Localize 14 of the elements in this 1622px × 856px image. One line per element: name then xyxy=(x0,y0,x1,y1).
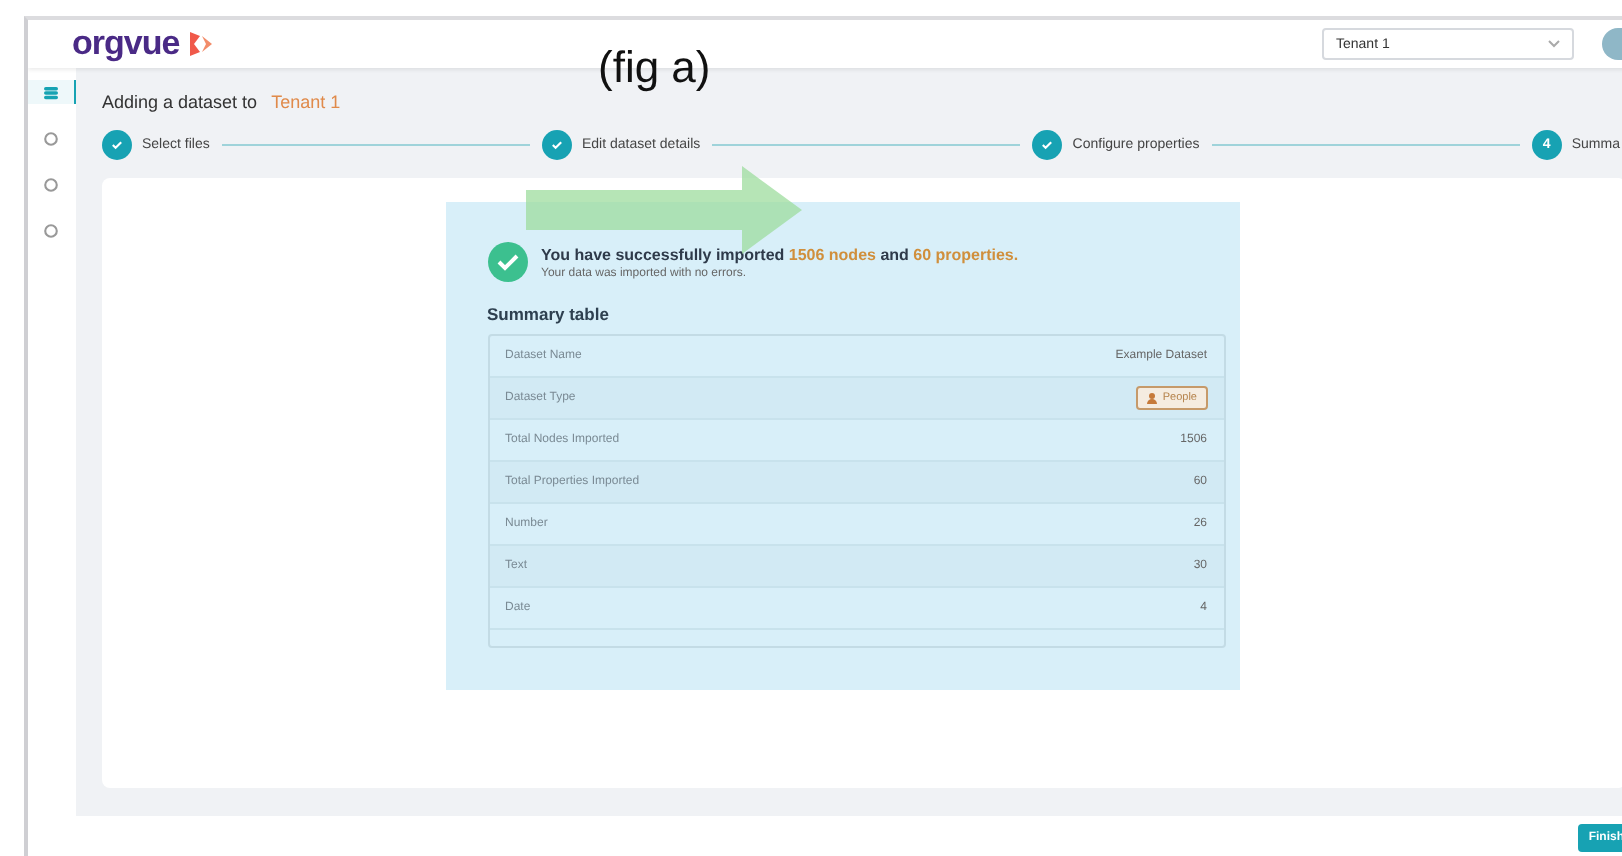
sidebar-item[interactable] xyxy=(28,80,78,104)
success-message: You have successfully imported 1506 nodes and 60 properties. xyxy=(541,245,1019,263)
logo-text: orgvue xyxy=(72,24,180,64)
page-title: Adding a dataset to xyxy=(102,92,258,112)
logo-icon xyxy=(185,30,214,58)
chevron-icon xyxy=(1548,40,1560,48)
database-icon xyxy=(43,85,57,99)
success-check-icon xyxy=(487,242,527,282)
avatar[interactable] xyxy=(1602,28,1622,60)
globe-icon xyxy=(43,223,57,237)
tenant-name: Tenant 1 xyxy=(271,92,341,112)
figure-caption: (fig a) xyxy=(598,44,711,92)
globe-icon xyxy=(43,131,57,145)
table-title: Summary table xyxy=(487,304,611,324)
